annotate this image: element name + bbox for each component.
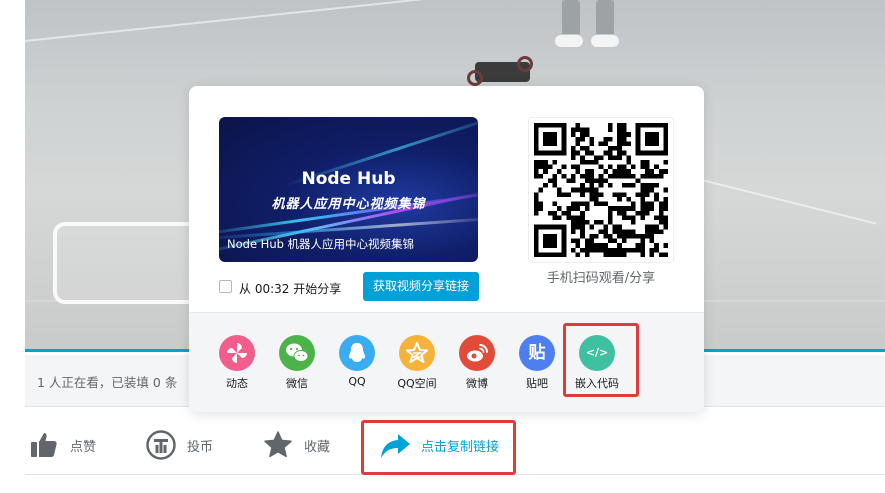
robot-car <box>465 48 540 86</box>
coin-label: 投币 <box>187 439 214 455</box>
weibo-icon <box>459 335 495 371</box>
qr-code-label: 手机扫码观看/分享 <box>546 271 656 286</box>
floor-reflection <box>25 0 423 42</box>
copy-link-highlight <box>361 420 516 475</box>
share-from-time-label[interactable]: 从 00:32 开始分享 <box>239 280 341 297</box>
person-legs <box>550 0 620 55</box>
share-tieba[interactable]: 贴 贴吧 <box>509 335 565 391</box>
qr-code <box>528 117 674 263</box>
share-qq-label: QQ <box>348 375 366 388</box>
thumbnail-title: Node Hub <box>301 169 396 189</box>
like-button[interactable]: 点赞 <box>28 428 96 462</box>
like-label: 点赞 <box>70 439 97 455</box>
coin-button[interactable]: 投币 <box>145 428 213 462</box>
share-dynamic[interactable]: 动态 <box>209 335 265 391</box>
qzone-icon <box>399 335 435 371</box>
qr-code-image <box>534 123 668 257</box>
video-thumbnail: Node Hub 机器人应用中心视频集锦 Node Hub 机器人应用中心视频集… <box>219 117 478 262</box>
wechat-icon <box>279 335 315 371</box>
star-icon <box>264 431 292 458</box>
favorite-label: 收藏 <box>304 439 331 455</box>
share-from-time-checkbox[interactable] <box>219 280 232 293</box>
get-share-link-button[interactable]: 获取视频分享链接 <box>363 272 479 301</box>
pinwheel-icon <box>219 335 255 371</box>
embed-code-highlight <box>563 323 639 397</box>
qq-icon <box>339 335 375 371</box>
thumbs-up-icon <box>31 433 57 457</box>
share-weibo-label: 微博 <box>466 377 488 390</box>
thumbnail-caption: Node Hub 机器人应用中心视频集锦 <box>227 237 415 251</box>
share-qq[interactable]: QQ <box>329 335 385 388</box>
share-weibo[interactable]: 微博 <box>449 335 505 391</box>
favorite-button[interactable]: 收藏 <box>262 428 330 462</box>
share-wechat[interactable]: 微信 <box>269 335 325 391</box>
share-qzone-label: QQ空间 <box>397 377 437 390</box>
share-dynamic-label: 动态 <box>226 377 248 390</box>
page: 1 人正在看，已装填 0 条 Node Hub 机器人应用中心视频集锦 Node… <box>0 0 885 493</box>
share-start-time-row: 从 00:32 开始分享 获取视频分享链接 <box>219 272 479 302</box>
thumbnail-subtitle: 机器人应用中心视频集锦 <box>271 197 426 212</box>
share-tieba-label: 贴吧 <box>526 377 548 390</box>
viewer-count-text: 1 人正在看，已装填 0 条 <box>37 375 178 390</box>
coin-icon <box>146 430 176 460</box>
share-qzone[interactable]: QQ空间 <box>389 335 445 391</box>
tieba-icon: 贴 <box>519 335 555 371</box>
share-wechat-label: 微信 <box>286 377 308 390</box>
